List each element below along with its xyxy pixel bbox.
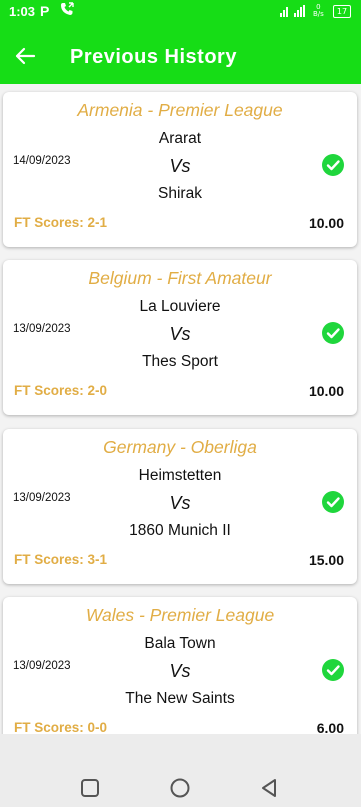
home-button[interactable] xyxy=(168,776,192,800)
back-button[interactable] xyxy=(14,46,36,66)
match-card[interactable]: Germany - Oberliga Heimstetten Vs 1860 M… xyxy=(3,429,357,584)
match-card[interactable]: Belgium - First Amateur La Louviere Vs T… xyxy=(3,260,357,415)
check-circle-icon xyxy=(322,154,344,176)
battery-icon: 17 xyxy=(333,5,351,18)
ft-score: FT Scores: 3-1 xyxy=(14,552,108,567)
phone-call-icon xyxy=(60,2,74,19)
match-date: 14/09/2023 xyxy=(13,155,71,167)
ft-score: FT Scores: 2-0 xyxy=(14,383,108,398)
ft-score: FT Scores: 0-0 xyxy=(14,720,108,734)
league-name: Wales - Premier League xyxy=(85,605,275,625)
speed-unit: B/s xyxy=(313,10,324,18)
square-icon xyxy=(81,779,99,797)
circle-icon xyxy=(170,778,190,798)
history-list[interactable]: Armenia - Premier League Ararat Vs Shira… xyxy=(0,84,361,734)
home-team: Ararat xyxy=(158,130,202,147)
check-circle-icon xyxy=(322,659,344,681)
recent-apps-button[interactable] xyxy=(78,776,102,800)
check-circle-icon xyxy=(322,491,344,513)
home-team: La Louviere xyxy=(139,298,221,315)
league-name: Germany - Oberliga xyxy=(103,437,257,457)
odds-value: 10.00 xyxy=(308,215,344,231)
away-team: Shirak xyxy=(158,185,202,202)
away-team: The New Saints xyxy=(125,690,235,707)
triangle-back-icon xyxy=(262,779,276,797)
home-team: Bala Town xyxy=(144,635,216,652)
status-p-icon: P xyxy=(40,3,50,19)
status-time: 1:03 xyxy=(9,4,36,19)
check-circle-icon xyxy=(322,322,344,344)
system-nav-bar xyxy=(0,734,361,807)
arrow-left-icon xyxy=(15,47,36,65)
page-title: Previous History xyxy=(70,46,237,68)
away-team: 1860 Munich II xyxy=(129,522,231,539)
odds-value: 15.00 xyxy=(308,552,344,568)
app-header: 1:03 P 0 B/s 17 Previous History xyxy=(0,0,361,84)
away-team: Thes Sport xyxy=(142,353,218,370)
match-card[interactable]: Armenia - Premier League Ararat Vs Shira… xyxy=(3,92,357,247)
match-card[interactable]: Wales - Premier League Bala Town Vs The … xyxy=(3,597,357,734)
match-date: 13/09/2023 xyxy=(13,492,71,504)
ft-score: FT Scores: 2-1 xyxy=(14,215,108,230)
status-bar: 1:03 P 0 B/s 17 xyxy=(0,0,361,24)
odds-value: 6.00 xyxy=(316,720,344,734)
back-nav-button[interactable] xyxy=(258,776,282,800)
league-name: Armenia - Premier League xyxy=(77,100,283,120)
odds-value: 10.00 xyxy=(308,383,344,399)
league-name: Belgium - First Amateur xyxy=(88,268,272,288)
match-date: 13/09/2023 xyxy=(13,323,71,335)
match-date: 13/09/2023 xyxy=(13,660,71,672)
signal-icon xyxy=(280,4,310,22)
home-team: Heimstetten xyxy=(138,467,222,484)
network-speed: 0 B/s xyxy=(313,4,324,18)
